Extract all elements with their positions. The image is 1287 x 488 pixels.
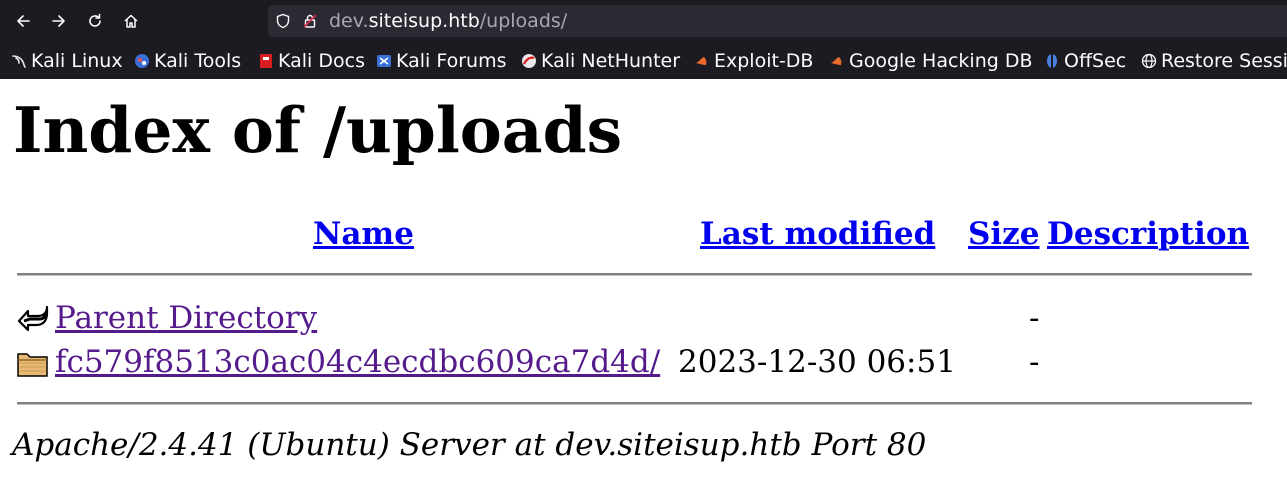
row-last-modified: 2023-12-30 06:51 [678,344,956,380]
reload-icon [89,13,101,27]
shield-icon[interactable] [275,13,291,29]
home-button[interactable] [119,9,143,33]
bookmark-restore-session[interactable]: Restore Sessi [1141,42,1287,79]
url-bar[interactable]: dev.siteisup.htb/uploads/ [268,5,1287,37]
kali-nethunter-icon [522,53,536,68]
page-title: Index of /uploads [13,93,623,167]
bookmark-label: OffSec [1064,49,1127,72]
bookmark-kali-linux[interactable]: Kali Linux [11,42,123,79]
url-path: /uploads/ [479,10,568,32]
sort-by-size-link[interactable]: Size [968,214,1040,254]
bookmark-kali-docs[interactable]: Kali Docs [258,42,365,79]
insecure-lock-icon[interactable] [302,13,318,29]
bookmark-label: Restore Sessi [1161,49,1287,72]
browser-toolbar: dev.siteisup.htb/uploads/ [0,0,1287,42]
kali-dragon-icon [12,54,26,68]
forward-button[interactable] [47,9,71,33]
url-host-prefix: dev. [329,10,369,32]
back-arrow-icon [17,15,30,27]
bookmarks-toolbar: Kali Linux Kali Tools Kali Docs Kali For… [0,42,1287,79]
bookmark-kali-tools[interactable]: Kali Tools [134,42,241,79]
folder-icon [17,353,48,377]
bookmark-label: Kali NetHunter [541,49,681,72]
row-size: - [1029,300,1040,336]
kali-forums-icon [377,54,391,67]
bookmark-label: Exploit-DB [714,49,814,72]
bookmark-kali-forums[interactable]: Kali Forums [376,42,507,79]
bookmark-label: Kali Linux [31,49,123,72]
bookmark-offsec[interactable]: OffSec [1044,42,1126,79]
bookmark-kali-nethunter[interactable]: Kali NetHunter [521,42,680,79]
forward-arrow-icon [52,15,65,27]
ghdb-icon [831,56,842,65]
bookmark-label: Google Hacking DB [849,49,1033,72]
sort-by-last-modified-link[interactable]: Last modified [700,214,935,254]
bookmark-label: Kali Docs [278,49,365,72]
bookmark-label: Kali Tools [154,49,242,72]
globe-icon [1141,53,1157,68]
bookmark-google-hacking-db[interactable]: Google Hacking DB [829,42,1033,79]
row-size: - [1029,344,1040,380]
url-text[interactable]: dev.siteisup.htb/uploads/ [329,10,567,32]
footer-divider [17,402,1252,405]
server-signature: Apache/2.4.41 (Ubuntu) Server at dev.sit… [12,427,927,463]
sort-by-name-link[interactable]: Name [313,214,414,254]
reload-button[interactable] [83,9,107,33]
kali-docs-icon [260,53,272,68]
exploit-db-icon [696,56,707,65]
back-button[interactable] [11,9,35,33]
back-arrow-icon [17,305,49,332]
header-divider [17,273,1252,276]
home-icon [124,14,138,28]
url-host-domain: siteisup.htb [368,10,480,32]
folder-link[interactable]: fc579f8513c0ac04c4ecdbc609ca7d4d/ [55,342,660,382]
bookmark-exploit-db[interactable]: Exploit-DB [694,42,813,79]
bookmark-label: Kali Forums [396,49,507,72]
offsec-icon [1047,53,1057,68]
kali-tools-icon [135,53,149,68]
sort-by-description-link[interactable]: Description [1047,214,1249,254]
parent-directory-link[interactable]: Parent Directory [55,298,317,338]
